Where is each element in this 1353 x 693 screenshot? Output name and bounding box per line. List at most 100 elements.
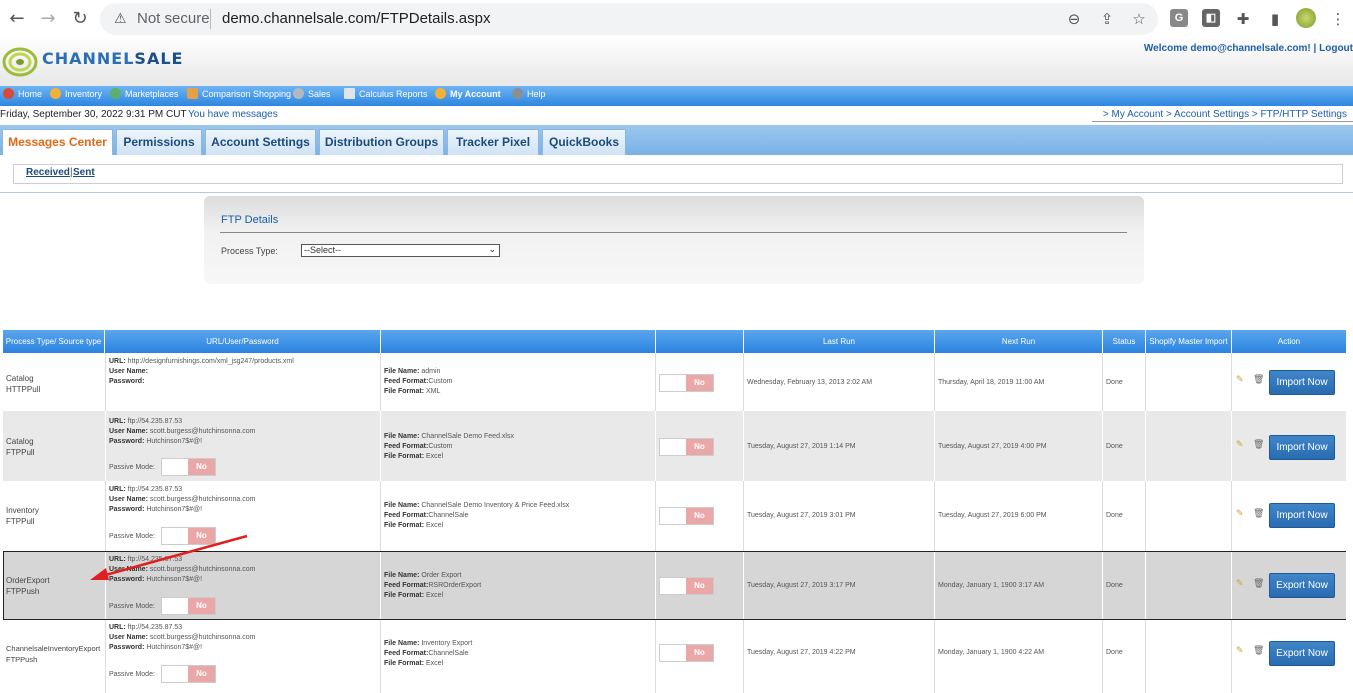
menu-home[interactable]: Home <box>3 88 42 99</box>
col-file-details <box>381 330 656 353</box>
file-details: File Name: Inventory Export Feed Format:… <box>384 640 473 667</box>
passive-mode-toggle[interactable]: No <box>161 665 216 683</box>
table-row: Catalog FTPPull URL: ftp://54.235.87.53 U… <box>3 411 1346 481</box>
menu-marketplaces[interactable]: Marketplaces <box>110 88 179 99</box>
profile-avatar[interactable] <box>1296 8 1316 28</box>
source-type-cell: OrderExport FTPPush <box>6 576 50 596</box>
process-type-label: Process Type: <box>221 246 278 256</box>
cell-divider <box>1102 481 1103 551</box>
edit-icon[interactable]: ✎ <box>1236 579 1246 589</box>
side-panel-icon[interactable]: ▮ <box>1265 9 1285 29</box>
export-now-button[interactable]: Export Now <box>1269 641 1335 666</box>
cell-divider <box>1102 620 1103 693</box>
passive-mode-label: Passive Mode: <box>109 464 155 471</box>
tab-distribution-groups[interactable]: Distribution Groups <box>319 129 444 155</box>
grammarly-extension-icon[interactable]: G <box>1170 9 1188 27</box>
tab-permissions[interactable]: Permissions <box>116 129 202 155</box>
file-details: File Name: ChannelSale Demo Feed.xlsx Fe… <box>384 433 514 460</box>
zoom-icon[interactable]: ⊖ <box>1064 9 1084 29</box>
breadcrumb[interactable]: > My Account > Account Settings > FTP/HT… <box>1103 109 1347 120</box>
menu-my-account[interactable]: My Account <box>435 88 501 99</box>
enable-toggle[interactable]: No <box>659 438 714 456</box>
delete-icon[interactable]: 🗑 <box>1253 579 1264 589</box>
cell-divider <box>743 620 744 693</box>
menu-inventory[interactable]: Inventory <box>50 88 102 99</box>
export-now-button[interactable]: Export Now <box>1269 573 1335 598</box>
col-shopify-master-import: Shopify Master Import <box>1146 330 1232 353</box>
edit-icon[interactable]: ✎ <box>1236 440 1246 450</box>
address-bar[interactable]: ⚠ Not secure demo.channelsale.com/FTPDet… <box>100 3 1158 35</box>
chevron-down-icon: ⌄ <box>488 245 496 255</box>
edit-icon[interactable]: ✎ <box>1236 509 1246 519</box>
delete-icon[interactable]: 🗑 <box>1253 646 1264 656</box>
delete-icon[interactable]: 🗑 <box>1253 440 1264 450</box>
source-type-cell: Catalog HTTPPull <box>6 374 41 394</box>
enable-toggle[interactable]: No <box>659 374 714 392</box>
col-url-user-password: URL/User/Password <box>105 330 381 353</box>
delete-icon[interactable]: 🗑 <box>1253 375 1264 385</box>
cell-divider <box>1231 552 1232 619</box>
status-text: Done <box>1106 582 1123 589</box>
extension-icon[interactable]: ◧ <box>1202 9 1220 27</box>
import-now-button[interactable]: Import Now <box>1269 435 1335 460</box>
table-row: ChannelsaleInventoryExport FTPPush URL: f… <box>3 620 1346 693</box>
not-secure-label: Not secure <box>137 10 210 27</box>
tab-quickbooks[interactable]: QuickBooks <box>542 129 626 155</box>
received-link[interactable]: Received <box>26 167 70 178</box>
site-header: CHANNELSALE Welcome demo@channelsale.com… <box>0 38 1353 86</box>
menu-sales[interactable]: Sales <box>293 88 331 99</box>
row-left-border <box>3 552 4 619</box>
breadcrumb-underline <box>1092 121 1353 122</box>
passive-mode-toggle[interactable]: No <box>161 597 216 615</box>
globe-icon <box>110 88 121 99</box>
messages-link[interactable]: You have messages <box>188 109 278 120</box>
status-text: Done <box>1106 649 1123 656</box>
cell-divider <box>934 552 935 619</box>
cell-divider <box>1145 481 1146 551</box>
cell-divider <box>743 353 744 411</box>
content-divider <box>0 192 1353 193</box>
delete-icon[interactable]: 🗑 <box>1253 509 1264 519</box>
import-now-button[interactable]: Import Now <box>1269 503 1335 528</box>
tab-tracker-pixel[interactable]: Tracker Pixel <box>447 129 539 155</box>
process-type-select[interactable]: --Select-- ⌄ <box>301 244 500 257</box>
tab-messages-center[interactable]: Messages Center <box>2 129 113 155</box>
menu-kebab-icon[interactable]: ⋮ <box>1328 9 1348 29</box>
last-run: Tuesday, August 27, 2019 1:14 PM <box>747 443 856 450</box>
reload-icon[interactable]: ↻ <box>68 7 92 31</box>
passive-mode-label: Passive Mode: <box>109 603 155 610</box>
cell-divider <box>934 353 935 411</box>
passive-mode-toggle[interactable]: No <box>161 458 216 476</box>
message-sub-nav <box>13 164 1343 184</box>
cell-divider <box>743 552 744 619</box>
cell-divider <box>1231 620 1232 693</box>
tab-account-settings[interactable]: Account Settings <box>205 129 316 155</box>
import-now-button[interactable]: Import Now <box>1269 370 1335 395</box>
share-icon[interactable]: ⇪ <box>1097 9 1117 29</box>
url-text[interactable]: demo.channelsale.com/FTPDetails.aspx <box>222 10 490 27</box>
next-run: Thursday, April 18, 2019 11:00 AM <box>938 379 1045 386</box>
cell-divider <box>1231 481 1232 551</box>
sent-link[interactable]: Sent <box>73 167 95 178</box>
puzzle-extensions-icon[interactable]: ✚ <box>1233 9 1253 29</box>
connection-details: URL: ftp://54.235.87.53 User Name: scott… <box>109 418 256 445</box>
back-icon[interactable]: ← <box>5 7 29 31</box>
menu-comparison-shopping[interactable]: Comparison Shopping <box>187 88 291 99</box>
source-type-cell: ChannelsaleInventoryExport FTPPush <box>6 644 101 664</box>
enable-toggle[interactable]: No <box>659 644 714 662</box>
bookmark-star-icon[interactable]: ☆ <box>1129 9 1149 29</box>
edit-icon[interactable]: ✎ <box>1236 375 1246 385</box>
enable-toggle[interactable]: No <box>659 577 714 595</box>
cell-divider <box>380 353 381 411</box>
menu-calculus-reports[interactable]: Calculus Reports <box>344 88 428 99</box>
cell-divider <box>380 411 381 481</box>
edit-icon[interactable]: ✎ <box>1236 646 1246 656</box>
forward-icon[interactable]: → <box>36 7 60 31</box>
current-date: Friday, September 30, 2022 9:31 PM CUT <box>0 109 187 120</box>
enable-toggle[interactable]: No <box>659 507 714 525</box>
menu-help[interactable]: Help <box>512 88 546 99</box>
col-action: Action <box>1232 330 1346 353</box>
cell-divider <box>934 411 935 481</box>
cell-divider <box>743 411 744 481</box>
welcome-text[interactable]: Welcome demo@channelsale.com! | Logout <box>1144 43 1353 54</box>
